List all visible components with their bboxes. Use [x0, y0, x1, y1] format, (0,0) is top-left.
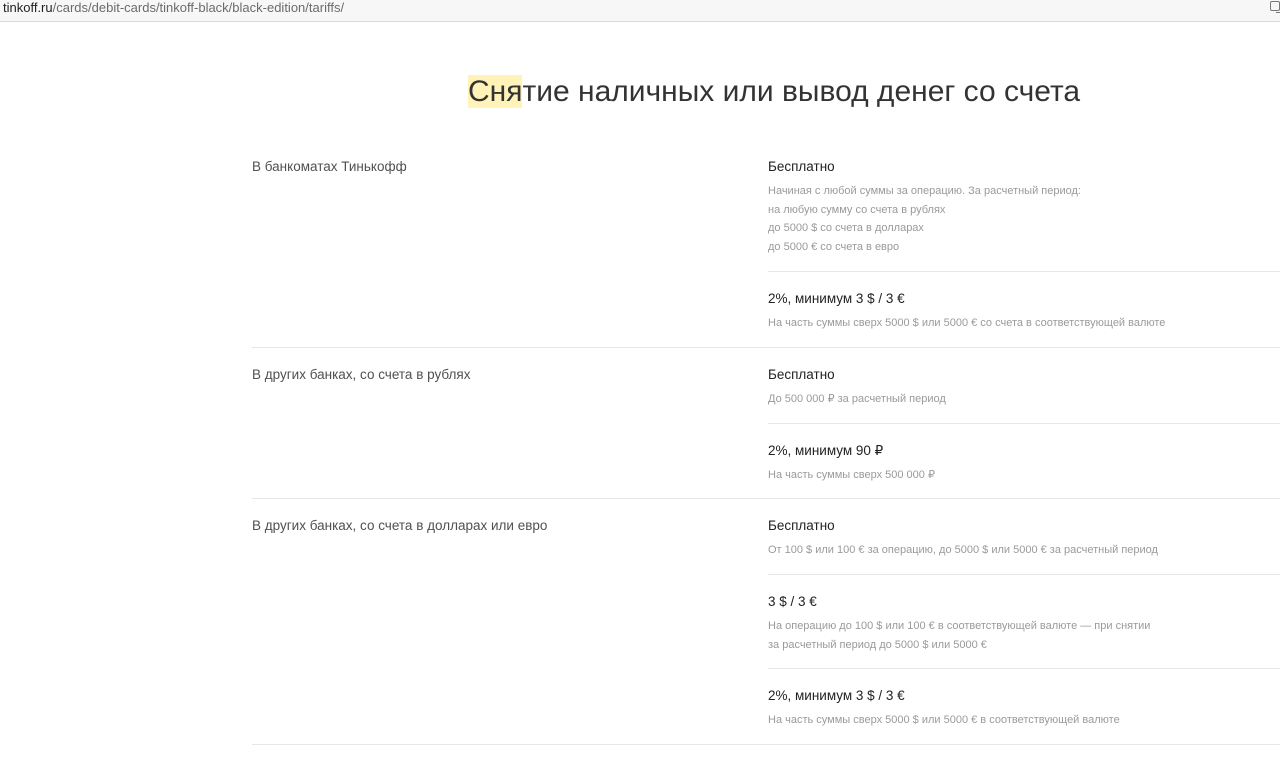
tariff-section-other-banks-usd-eur: В других банках, со счета в долларах или…: [252, 499, 1280, 745]
url-text[interactable]: tinkoff.ru/cards/debit-cards/tinkoff-bla…: [3, 0, 344, 16]
tariff-item: 2%, минимум 3 $ / 3 € На часть суммы све…: [768, 687, 1280, 737]
tariff-item: 2%, минимум 90 ₽ На часть суммы сверх 50…: [768, 442, 1280, 492]
tariff-description-line: На часть суммы сверх 500 000 ₽: [768, 469, 935, 481]
tariff-description: На часть суммы сверх 5000 $ или 5000 € с…: [768, 314, 1165, 333]
tariff-title: 3 $ / 3 €: [768, 594, 817, 609]
page-title-rest: тие наличных или вывод денег со счета: [522, 75, 1081, 108]
tariff-description: До 500 000 ₽ за расчетный период: [768, 390, 946, 409]
tariff-description: На часть суммы сверх 500 000 ₽: [768, 466, 935, 485]
tariff-description-line: На операцию до 100 $ или 100 € в соответ…: [768, 620, 1151, 632]
tariff-item: Бесплатно До 500 000 ₽ за расчетный пери…: [768, 366, 1280, 424]
tariff-title: Бесплатно: [768, 367, 835, 382]
tariff-title: 2%, минимум 90 ₽: [768, 443, 884, 458]
section-label: В банкоматах Тинькофф: [252, 159, 407, 174]
tariff-description-line: на любую сумму со счета в рублях: [768, 203, 946, 216]
tariff-description: Начиная с любой суммы за операцию. За ра…: [768, 182, 1081, 257]
tariff-description-line: На часть суммы сверх 5000 $ или 5000 € с…: [768, 317, 1166, 329]
search-highlight: Сня: [468, 75, 523, 108]
tariff-section-tinkoff-atm: В банкоматах Тинькофф Бесплатно Начиная …: [252, 148, 1280, 348]
tariff-description: От 100 $ или 100 € за операцию, до 5000 …: [768, 541, 1158, 560]
tariff-description-line: На часть суммы сверх 5000 $ или 5000 € в…: [768, 714, 1120, 726]
page-title: Снятие наличных или вывод денег со счета: [468, 72, 1080, 112]
tariff-description-line: Начиная с любой суммы за операцию. За ра…: [768, 185, 1081, 197]
tariff-description-line: до 5000 $ со счета в долларах: [768, 222, 924, 235]
tariff-description-line: От 100 $ или 100 € за операцию, до 5000 …: [768, 544, 1158, 556]
tariff-title: 2%, минимум 3 $ / 3 €: [768, 291, 905, 306]
section-label: В других банках, со счета в долларах или…: [252, 518, 548, 533]
browser-address-bar[interactable]: tinkoff.ru/cards/debit-cards/tinkoff-bla…: [0, 0, 1280, 22]
tariff-item: 2%, минимум 3 $ / 3 € На часть суммы све…: [768, 290, 1280, 340]
section-label: В других банках, со счета в рублях: [252, 367, 471, 382]
tariff-title: Бесплатно: [768, 159, 835, 174]
tariff-title: Бесплатно: [768, 518, 835, 533]
open-external-icon[interactable]: [1270, 1, 1280, 13]
tariff-item: 3 $ / 3 € На операцию до 100 $ или 100 €…: [768, 593, 1280, 669]
tariff-description: На операцию до 100 $ или 100 € в соответ…: [768, 617, 1150, 654]
tariff-item: Бесплатно Начиная с любой суммы за опера…: [768, 158, 1280, 272]
url-path: /cards/debit-cards/tinkoff-black/black-e…: [52, 0, 345, 15]
tariff-title: 2%, минимум 3 $ / 3 €: [768, 688, 905, 703]
tariff-description-line: за расчетный период до 5000 $ или 5000 €: [768, 638, 987, 651]
tariff-item: Бесплатно От 100 $ или 100 € за операцию…: [768, 517, 1280, 575]
url-host: tinkoff.ru: [3, 0, 53, 15]
tariff-description-line: До 500 000 ₽ за расчетный период: [768, 393, 946, 405]
tariff-description-line: до 5000 € со счета в евро: [768, 241, 900, 254]
tariff-description: На часть суммы сверх 5000 $ или 5000 € в…: [768, 711, 1120, 730]
tariff-section-other-banks-rub: В других банках, со счета в рублях Беспл…: [252, 348, 1280, 499]
